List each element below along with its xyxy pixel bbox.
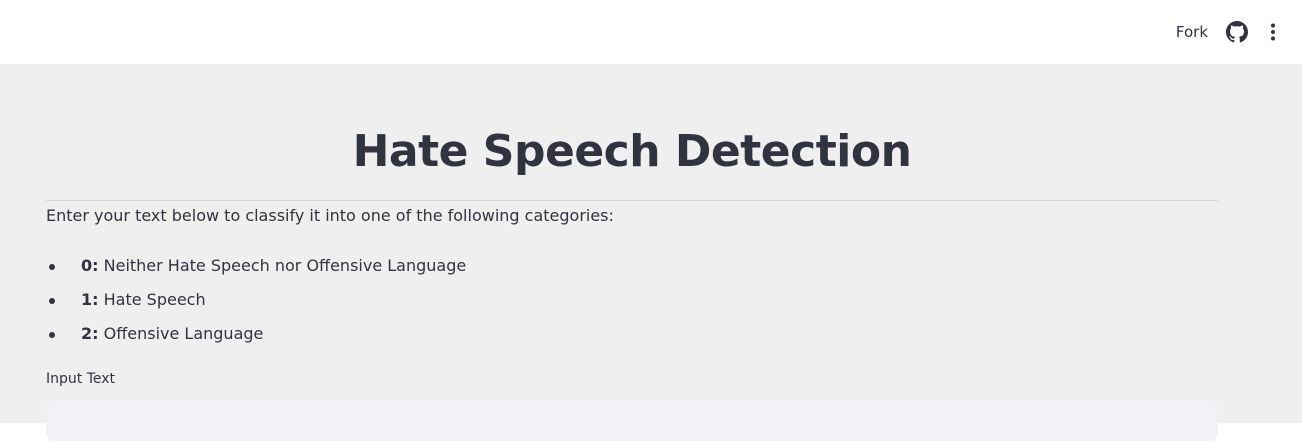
list-item: 2: Offensive Language	[46, 322, 466, 356]
category-number: 0:	[81, 256, 99, 275]
input-text-area[interactable]	[46, 401, 1218, 441]
category-number: 1:	[81, 290, 99, 309]
app-header: Fork	[0, 0, 1302, 64]
bullet-icon	[49, 264, 55, 270]
main-content: Hate Speech Detection Enter your text be…	[0, 64, 1302, 441]
list-item: 0: Neither Hate Speech nor Offensive Lan…	[46, 254, 466, 288]
intro-text: Enter your text below to classify it int…	[46, 206, 614, 225]
category-number: 2:	[81, 324, 99, 343]
github-icon[interactable]	[1226, 21, 1248, 43]
title-divider	[46, 200, 1218, 201]
page-title: Hate Speech Detection	[352, 126, 912, 177]
list-item: 1: Hate Speech	[46, 288, 466, 322]
category-label: Neither Hate Speech nor Offensive Langua…	[103, 256, 467, 275]
fork-button[interactable]: Fork	[1172, 19, 1212, 45]
category-label: Offensive Language	[103, 324, 264, 343]
kebab-menu-icon[interactable]	[1262, 21, 1284, 43]
bullet-icon	[49, 298, 55, 304]
input-text-label: Input Text	[46, 371, 116, 387]
bullet-icon	[49, 332, 55, 338]
category-label: Hate Speech	[103, 290, 206, 309]
category-list: 0: Neither Hate Speech nor Offensive Lan…	[46, 254, 466, 356]
header-actions: Fork	[1172, 0, 1284, 64]
